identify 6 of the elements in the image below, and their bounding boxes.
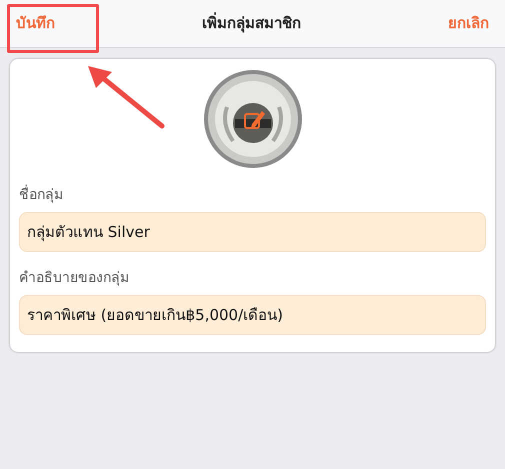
text-field[interactable]: กลุ่มตัวแทน Silver: [19, 212, 486, 252]
text-field[interactable]: ราคาพิเศษ (ยอดขายเกิน฿5,000/เดือน): [19, 295, 486, 335]
badge-avatar[interactable]: [202, 69, 302, 169]
field-label: ชื่อกลุ่ม: [19, 185, 486, 206]
field-label: คำอธิบายของกลุ่ม: [19, 269, 130, 288]
page-title: เพิ่มกลุ่มสมาชิก: [202, 12, 301, 34]
